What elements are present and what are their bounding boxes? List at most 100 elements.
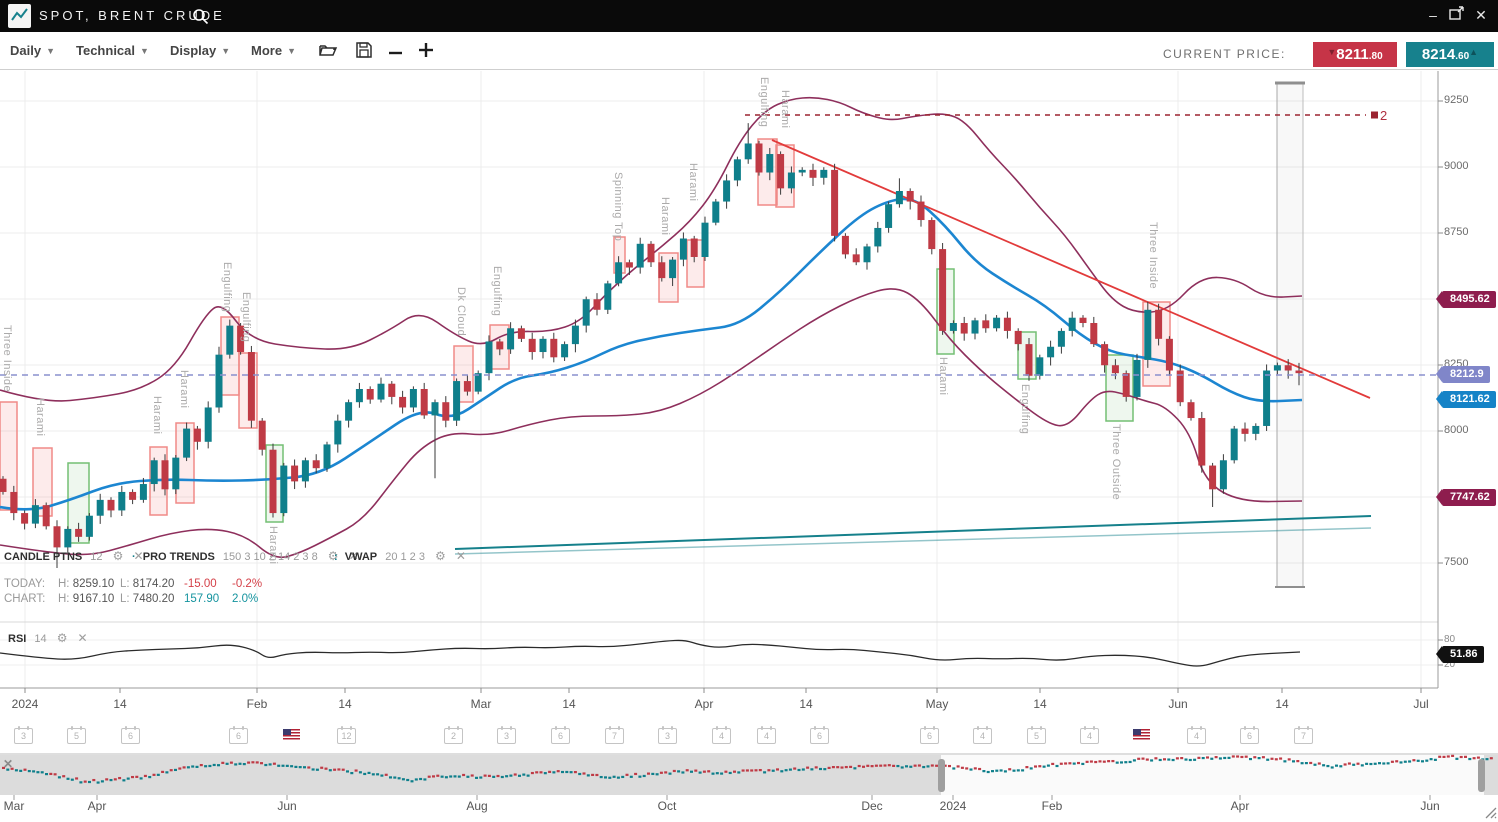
- navigator-dash: [544, 772, 547, 774]
- navigator-dash: [750, 769, 753, 771]
- navigator-dash: [742, 769, 745, 771]
- navigator-dash: [909, 766, 912, 768]
- menu-more[interactable]: More▼: [251, 43, 296, 58]
- pattern-label: Engulfing: [240, 292, 252, 342]
- navigator-dash: [1017, 769, 1020, 771]
- navigator-dash: [712, 773, 715, 775]
- navigator-dash: [1344, 763, 1347, 765]
- calendar-event-icon[interactable]: 6: [1240, 728, 1259, 744]
- candle-body: [691, 239, 698, 257]
- save-icon[interactable]: [355, 41, 373, 64]
- us-flag-icon[interactable]: [1133, 729, 1150, 741]
- gear-icon[interactable]: ⚙: [57, 631, 68, 645]
- navigator-dash: [965, 767, 968, 769]
- search-icon[interactable]: [192, 8, 209, 30]
- navigator-dash: [1000, 769, 1003, 771]
- menu-technical[interactable]: Technical▼: [76, 43, 149, 58]
- navigator-dash: [1077, 762, 1080, 764]
- menu-display[interactable]: Display▼: [170, 43, 230, 58]
- navigator-label: Apr: [88, 799, 107, 813]
- navigator-close-icon[interactable]: ✕: [3, 757, 13, 771]
- navigator-dash: [1305, 762, 1308, 764]
- calendar-event-icon[interactable]: 6: [551, 728, 570, 744]
- popout-button[interactable]: [1448, 6, 1466, 24]
- navigator-dash: [905, 765, 908, 767]
- navigator-dash: [1460, 756, 1463, 758]
- navigator-dash: [879, 765, 882, 767]
- navigator-dash: [681, 771, 684, 773]
- close-icon[interactable]: ✕: [456, 549, 466, 563]
- navigator-selected-range[interactable]: [941, 755, 1484, 795]
- calendar-event-icon[interactable]: 4: [1080, 728, 1099, 744]
- zoom-out-icon[interactable]: [388, 45, 404, 63]
- close-button[interactable]: ✕: [1472, 7, 1490, 24]
- navigator-dash: [1034, 765, 1037, 767]
- chart-canvas[interactable]: [0, 0, 1498, 822]
- calendar-event-icon[interactable]: 5: [67, 728, 86, 744]
- calendar-event-icon[interactable]: 4: [712, 728, 731, 744]
- navigator-dash: [806, 767, 809, 769]
- navigator-dash: [724, 771, 727, 773]
- navigator-dash: [1382, 762, 1385, 764]
- minimize-button[interactable]: –: [1424, 7, 1442, 23]
- navigator-dash: [406, 779, 409, 781]
- price-axis-label: 7500: [1444, 556, 1468, 568]
- candle-body: [64, 529, 71, 547]
- navigator-dash: [527, 775, 530, 777]
- navigator-dash: [1400, 761, 1403, 763]
- navigator-dash: [841, 766, 844, 768]
- navigator-right-handle[interactable]: [1478, 759, 1485, 792]
- resize-grip-icon[interactable]: [1484, 806, 1497, 822]
- navigator-dash: [1322, 764, 1325, 766]
- navigator-dash: [1129, 761, 1132, 763]
- calendar-event-icon[interactable]: 5: [1027, 728, 1046, 744]
- navigator-dash: [557, 770, 560, 772]
- navigator-dash: [466, 776, 469, 778]
- price-badge: 7747.62: [1442, 489, 1496, 506]
- calendar-event-icon[interactable]: 4: [1187, 728, 1206, 744]
- candle-body: [1220, 460, 1227, 489]
- navigator-dash: [307, 766, 310, 768]
- navigator-dash: [995, 770, 998, 772]
- calendar-event-icon[interactable]: 2: [444, 728, 463, 744]
- navigator-dash: [1279, 757, 1282, 759]
- rsi-value-badge: 51.86: [1442, 646, 1484, 663]
- candle-body: [648, 244, 655, 262]
- candle-body: [626, 262, 633, 267]
- calendar-event-icon[interactable]: 6: [121, 728, 140, 744]
- candle-body: [658, 262, 665, 278]
- navigator-dash: [1236, 755, 1239, 757]
- navigator-dash: [1068, 762, 1071, 764]
- navigator-dash: [669, 773, 672, 775]
- calendar-event-icon[interactable]: 4: [757, 728, 776, 744]
- navigator-dash: [1090, 760, 1093, 762]
- us-flag-icon[interactable]: [283, 729, 300, 741]
- calendar-event-icon[interactable]: 7: [1294, 728, 1313, 744]
- gear-icon[interactable]: ⚙: [435, 549, 446, 563]
- candle-body: [669, 260, 676, 278]
- navigator-dash: [471, 774, 474, 776]
- calendar-event-icon[interactable]: 7: [605, 728, 624, 744]
- navigator-dash: [643, 775, 646, 777]
- zoom-in-icon[interactable]: [417, 41, 435, 64]
- calendar-event-icon[interactable]: 4: [973, 728, 992, 744]
- navigator-dash: [505, 775, 508, 777]
- calendar-event-icon[interactable]: 3: [14, 728, 33, 744]
- candle-body: [421, 389, 428, 415]
- navigator-dash: [699, 771, 702, 773]
- candle-body: [572, 326, 579, 344]
- calendar-event-icon[interactable]: 6: [229, 728, 248, 744]
- navigator-left-handle[interactable]: [938, 759, 945, 792]
- menu-daily[interactable]: Daily▼: [10, 43, 55, 58]
- navigator-dash: [1288, 758, 1291, 760]
- gear-icon[interactable]: ⚙: [113, 549, 124, 563]
- calendar-event-icon[interactable]: 6: [920, 728, 939, 744]
- navigator-dash: [1159, 759, 1162, 761]
- calendar-event-icon[interactable]: 12: [337, 728, 356, 744]
- candle-body: [918, 202, 925, 220]
- calendar-event-icon[interactable]: 3: [658, 728, 677, 744]
- close-icon[interactable]: ✕: [78, 631, 88, 645]
- calendar-event-icon[interactable]: 6: [810, 728, 829, 744]
- calendar-event-icon[interactable]: 3: [497, 728, 516, 744]
- open-folder-icon[interactable]: [318, 41, 338, 64]
